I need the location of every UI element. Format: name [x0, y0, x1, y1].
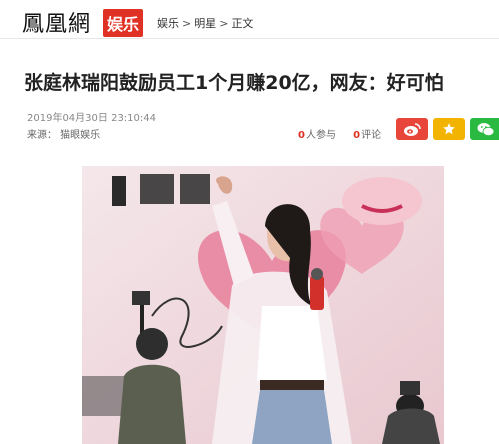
breadcrumb-item-entertainment[interactable]: 娱乐 — [157, 15, 179, 31]
participants-label: 人参与 — [305, 130, 336, 141]
breadcrumb-item-stars[interactable]: 明星 — [194, 15, 216, 31]
breadcrumb: 娱乐 > 明星 > 正文 — [157, 15, 253, 31]
share-wechat-button[interactable] — [470, 118, 499, 140]
breadcrumb-item-article: 正文 — [231, 17, 254, 30]
breadcrumb-separator: > — [219, 17, 229, 30]
channel-badge[interactable]: 娱乐 — [103, 9, 144, 37]
comments-link[interactable]: 0评论 — [353, 126, 381, 141]
engagement-counts: 0人参与 0评论 — [298, 126, 395, 141]
photo-stage-performer — [82, 166, 444, 444]
breadcrumb-separator: > — [182, 17, 192, 30]
participants-link[interactable]: 0人参与 — [298, 126, 336, 141]
comments-count: 0 — [353, 130, 361, 141]
wechat-icon — [477, 122, 495, 136]
article-source: 来源： 猫眼娱乐 — [27, 130, 101, 141]
weibo-icon — [404, 122, 421, 136]
article-datetime: 2019年04月30日 23:10:44 — [27, 113, 156, 124]
article-title: 张庭林瑞阳鼓励员工1个月赚20亿，网友：好可怕 — [24, 72, 444, 94]
share-weibo-button[interactable] — [396, 118, 428, 140]
site-logo[interactable]: 鳳凰網 — [22, 6, 91, 38]
article-photo — [82, 166, 444, 444]
qzone-star-icon — [443, 123, 455, 135]
share-qzone-button[interactable] — [433, 118, 465, 140]
site-header: 鳳凰網 娱乐 娱乐 > 明星 > 正文 — [0, 0, 499, 39]
comments-label: 评论 — [361, 130, 382, 141]
participants-count: 0 — [298, 130, 305, 141]
